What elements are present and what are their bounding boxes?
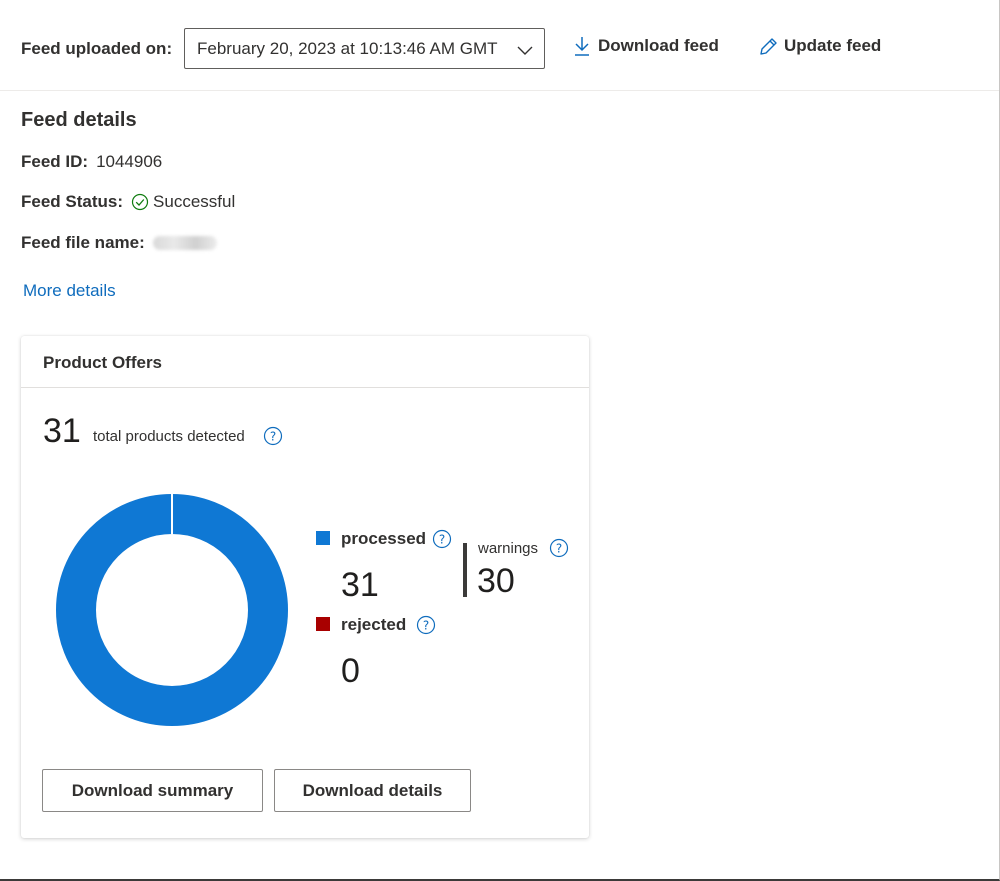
help-icon[interactable]: ?: [263, 426, 283, 446]
total-products-count: 31: [43, 412, 81, 450]
warnings-count: 30: [477, 562, 515, 600]
feed-id-label: Feed ID:: [21, 152, 89, 171]
product-offers-card: Product Offers 31 total products detecte…: [21, 336, 589, 838]
redacted-file-name: [152, 236, 217, 250]
product-offers-title: Product Offers: [43, 353, 163, 372]
help-icon[interactable]: ?: [549, 538, 569, 558]
feed-status-value: Successful: [153, 192, 236, 211]
download-feed-label: Download feed: [598, 36, 719, 55]
svg-text:?: ?: [270, 430, 276, 444]
feed-id-row: Feed ID: 1044906: [21, 152, 162, 172]
feed-uploaded-label: Feed uploaded on:: [21, 39, 173, 58]
help-icon[interactable]: ?: [416, 615, 436, 635]
download-summary-button[interactable]: Download summary: [42, 769, 263, 812]
product-offers-donut-chart: [56, 494, 288, 726]
feed-status: Successful: [131, 192, 235, 212]
processed-count: 31: [341, 566, 379, 604]
processed-legend-swatch: [316, 531, 330, 545]
help-icon[interactable]: ?: [432, 529, 452, 549]
warnings-label: warnings: [478, 540, 539, 557]
update-feed-label: Update feed: [784, 36, 882, 55]
chevron-down-icon: [517, 46, 533, 55]
donut-slice-processed: [56, 494, 288, 726]
feed-details-heading: Feed details: [21, 109, 137, 131]
warnings-divider: [463, 543, 467, 597]
feed-status-row: Feed Status: Successful: [21, 192, 235, 212]
download-icon: [575, 37, 589, 56]
feed-status-label: Feed Status:: [21, 192, 124, 211]
total-products-label: total products detected: [93, 428, 245, 445]
update-feed-button[interactable]: Update feed: [758, 35, 881, 57]
feed-file-name-label: Feed file name:: [21, 233, 145, 252]
feed-id-value: 1044906: [96, 152, 163, 171]
svg-text:?: ?: [556, 542, 562, 556]
feed-file-name-row: Feed file name:: [21, 233, 217, 253]
processed-label: processed: [341, 529, 427, 548]
download-details-button[interactable]: Download details: [274, 769, 471, 812]
checkmark-circle-icon: [131, 193, 149, 211]
svg-text:?: ?: [423, 619, 429, 633]
upload-date-value: February 20, 2023 at 10:13:46 AM GMT: [197, 38, 498, 58]
card-header: Product Offers: [21, 336, 589, 388]
rejected-legend-swatch: [316, 617, 330, 631]
download-feed-button[interactable]: Download feed: [572, 35, 719, 57]
rejected-count: 0: [341, 652, 360, 690]
rejected-label: rejected: [341, 615, 407, 634]
upload-date-dropdown[interactable]: February 20, 2023 at 10:13:46 AM GMT: [184, 28, 545, 69]
more-details-link[interactable]: More details: [23, 281, 116, 301]
pencil-icon: [760, 38, 777, 55]
feed-toolbar: Feed uploaded on: February 20, 2023 at 1…: [0, 0, 999, 91]
svg-text:?: ?: [439, 533, 445, 547]
